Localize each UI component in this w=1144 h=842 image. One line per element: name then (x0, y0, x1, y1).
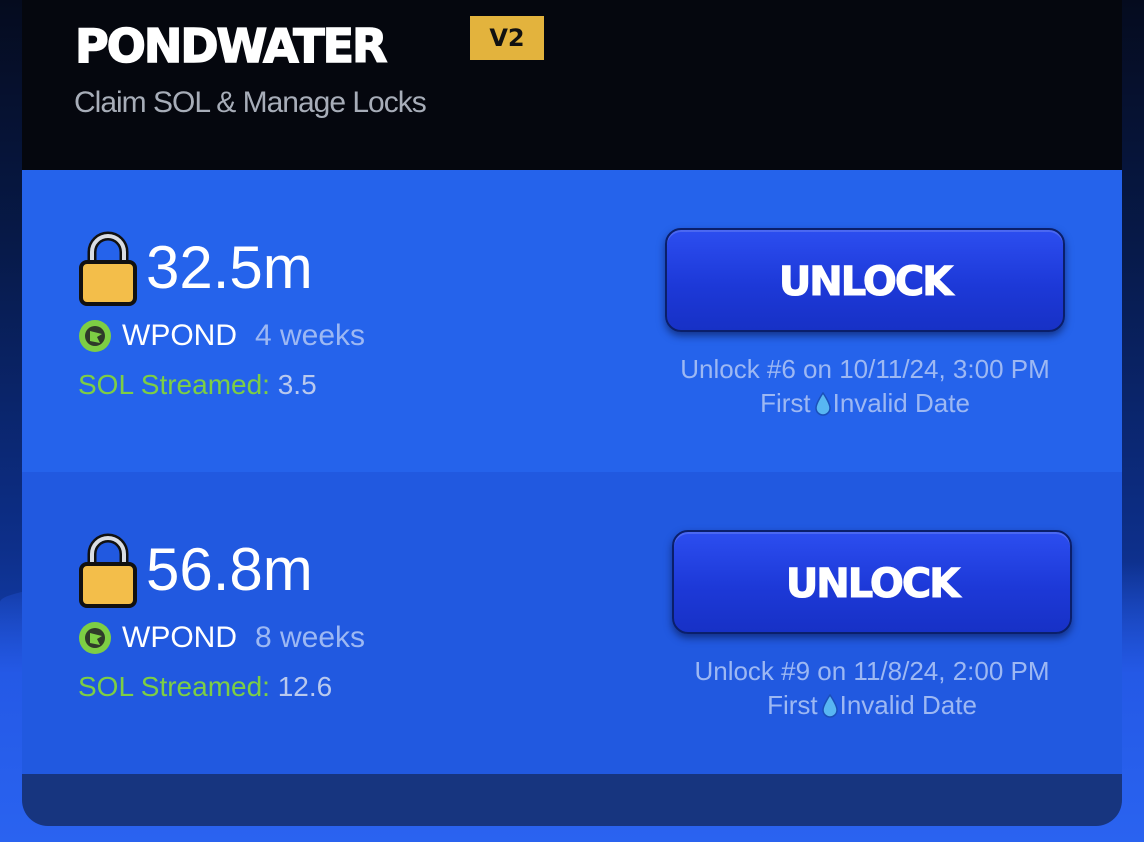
sol-streamed: SOL Streamed: 12.6 (78, 668, 332, 706)
sol-streamed-value: 3.5 (277, 369, 317, 400)
lock-duration: 8 weeks (255, 621, 366, 654)
wpond-token-icon (79, 320, 111, 352)
app-title: PONDWATER (74, 18, 388, 74)
lock-amount: 56.8m (146, 536, 313, 603)
first-drop-line: First Invalid Date (662, 688, 1082, 722)
unlock-button[interactable]: UNLOCK (665, 228, 1065, 332)
unlock-button[interactable]: UNLOCK (672, 530, 1072, 634)
first-label: First (760, 388, 811, 418)
sol-streamed: SOL Streamed: 3.5 (78, 366, 317, 404)
padlock-icon (79, 533, 137, 608)
lock-duration: 4 weeks (255, 319, 366, 352)
lock-amount: 32.5m (146, 234, 313, 301)
water-drop-icon (814, 392, 831, 416)
card-header: PONDWATER V2 Claim SOL & Manage Locks (22, 0, 1122, 170)
version-badge: V2 (470, 16, 544, 60)
sol-streamed-label: SOL Streamed: (78, 671, 270, 702)
unlock-schedule: Unlock #6 on 10/11/24, 3:00 PM (680, 354, 1050, 384)
token-info: WPOND 4 weeks (78, 316, 365, 356)
locks-card: PONDWATER V2 Claim SOL & Manage Locks 32… (22, 0, 1122, 826)
unlock-info: Unlock #6 on 10/11/24, 3:00 PM First Inva… (655, 352, 1075, 420)
first-label: First (767, 690, 818, 720)
unlock-info: Unlock #9 on 11/8/24, 2:00 PM First Inval… (662, 654, 1082, 722)
first-date: Invalid Date (839, 690, 977, 720)
app-subtitle: Claim SOL & Manage Locks (74, 86, 427, 119)
water-drop-icon (821, 694, 838, 718)
lock-row: 56.8m WPOND 8 weeks SOL Streamed: 12.6 U… (22, 472, 1122, 774)
padlock-icon (79, 231, 137, 306)
token-name: WPOND (122, 621, 237, 654)
token-info: WPOND 8 weeks (78, 618, 365, 658)
wpond-token-icon (79, 622, 111, 654)
token-name: WPOND (122, 319, 237, 352)
lock-row: 32.5m WPOND 4 weeks SOL Streamed: 3.5 UN… (22, 170, 1122, 472)
unlock-schedule: Unlock #9 on 11/8/24, 2:00 PM (694, 656, 1050, 686)
first-drop-line: First Invalid Date (655, 386, 1075, 420)
first-date: Invalid Date (832, 388, 970, 418)
sol-streamed-value: 12.6 (277, 671, 333, 702)
sol-streamed-label: SOL Streamed: (78, 369, 270, 400)
